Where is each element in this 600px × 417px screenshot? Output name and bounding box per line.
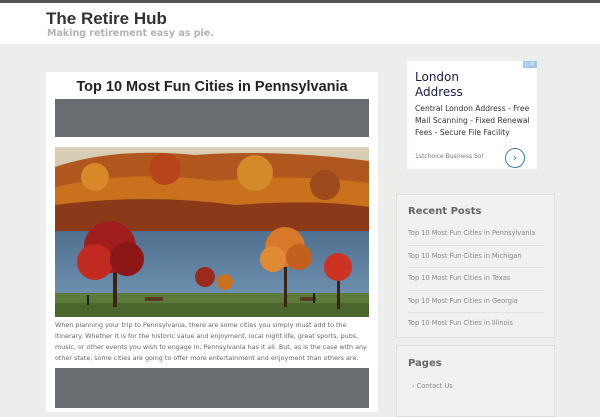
recent-post-link[interactable]: Top 10 Most Fun Cities in Texas <box>408 268 544 291</box>
recent-posts-list: Top 10 Most Fun Cities in Pennsylvania T… <box>408 223 544 335</box>
article-title[interactable]: Top 10 Most Fun Cities in Pennsylvania <box>46 79 378 95</box>
ad-choices-icon[interactable]: ▷✕ <box>523 61 537 68</box>
ad-title[interactable]: London Address <box>415 70 495 100</box>
recent-post-link[interactable]: Top 10 Most Fun Cities in Michigan <box>408 246 544 268</box>
pages-list: › Contact Us <box>412 382 453 390</box>
ad-placeholder-top[interactable] <box>55 99 369 137</box>
ad-description[interactable]: Central London Address - Free Mail Scann… <box>415 103 533 139</box>
ad-placeholder-bottom[interactable] <box>55 368 369 408</box>
chevron-right-icon[interactable]: › <box>505 148 525 168</box>
article-excerpt: When planning your trip to Pennsylvania,… <box>55 321 367 362</box>
recent-post-link[interactable]: Top 10 Most Fun Cities in Georgia <box>408 291 544 313</box>
site-header: The Retire Hub Making retirement easy as… <box>0 3 600 44</box>
site-title[interactable]: The Retire Hub <box>46 9 167 29</box>
recent-posts-title: Recent Posts <box>408 206 482 217</box>
site-tagline: Making retirement easy as pie. <box>47 28 214 39</box>
pages-title: Pages <box>408 358 442 369</box>
recent-post-link[interactable]: Top 10 Most Fun Cities in Illinois <box>408 313 544 335</box>
recent-posts-widget: Recent Posts Top 10 Most Fun Cities in P… <box>396 194 555 338</box>
recent-post-link[interactable]: Top 10 Most Fun Cities in Pennsylvania <box>408 223 544 246</box>
article-hero-image <box>55 147 369 317</box>
article-card: Top 10 Most Fun Cities in Pennsylvania W… <box>46 72 378 412</box>
pages-widget: Pages › Contact Us <box>396 345 555 417</box>
sidebar-advertisement[interactable]: ▷✕ London Address Central London Address… <box>407 61 537 169</box>
ad-source[interactable]: 1stchoice Business Sol <box>415 153 483 160</box>
page-link-contact-us[interactable]: › Contact Us <box>412 382 453 390</box>
